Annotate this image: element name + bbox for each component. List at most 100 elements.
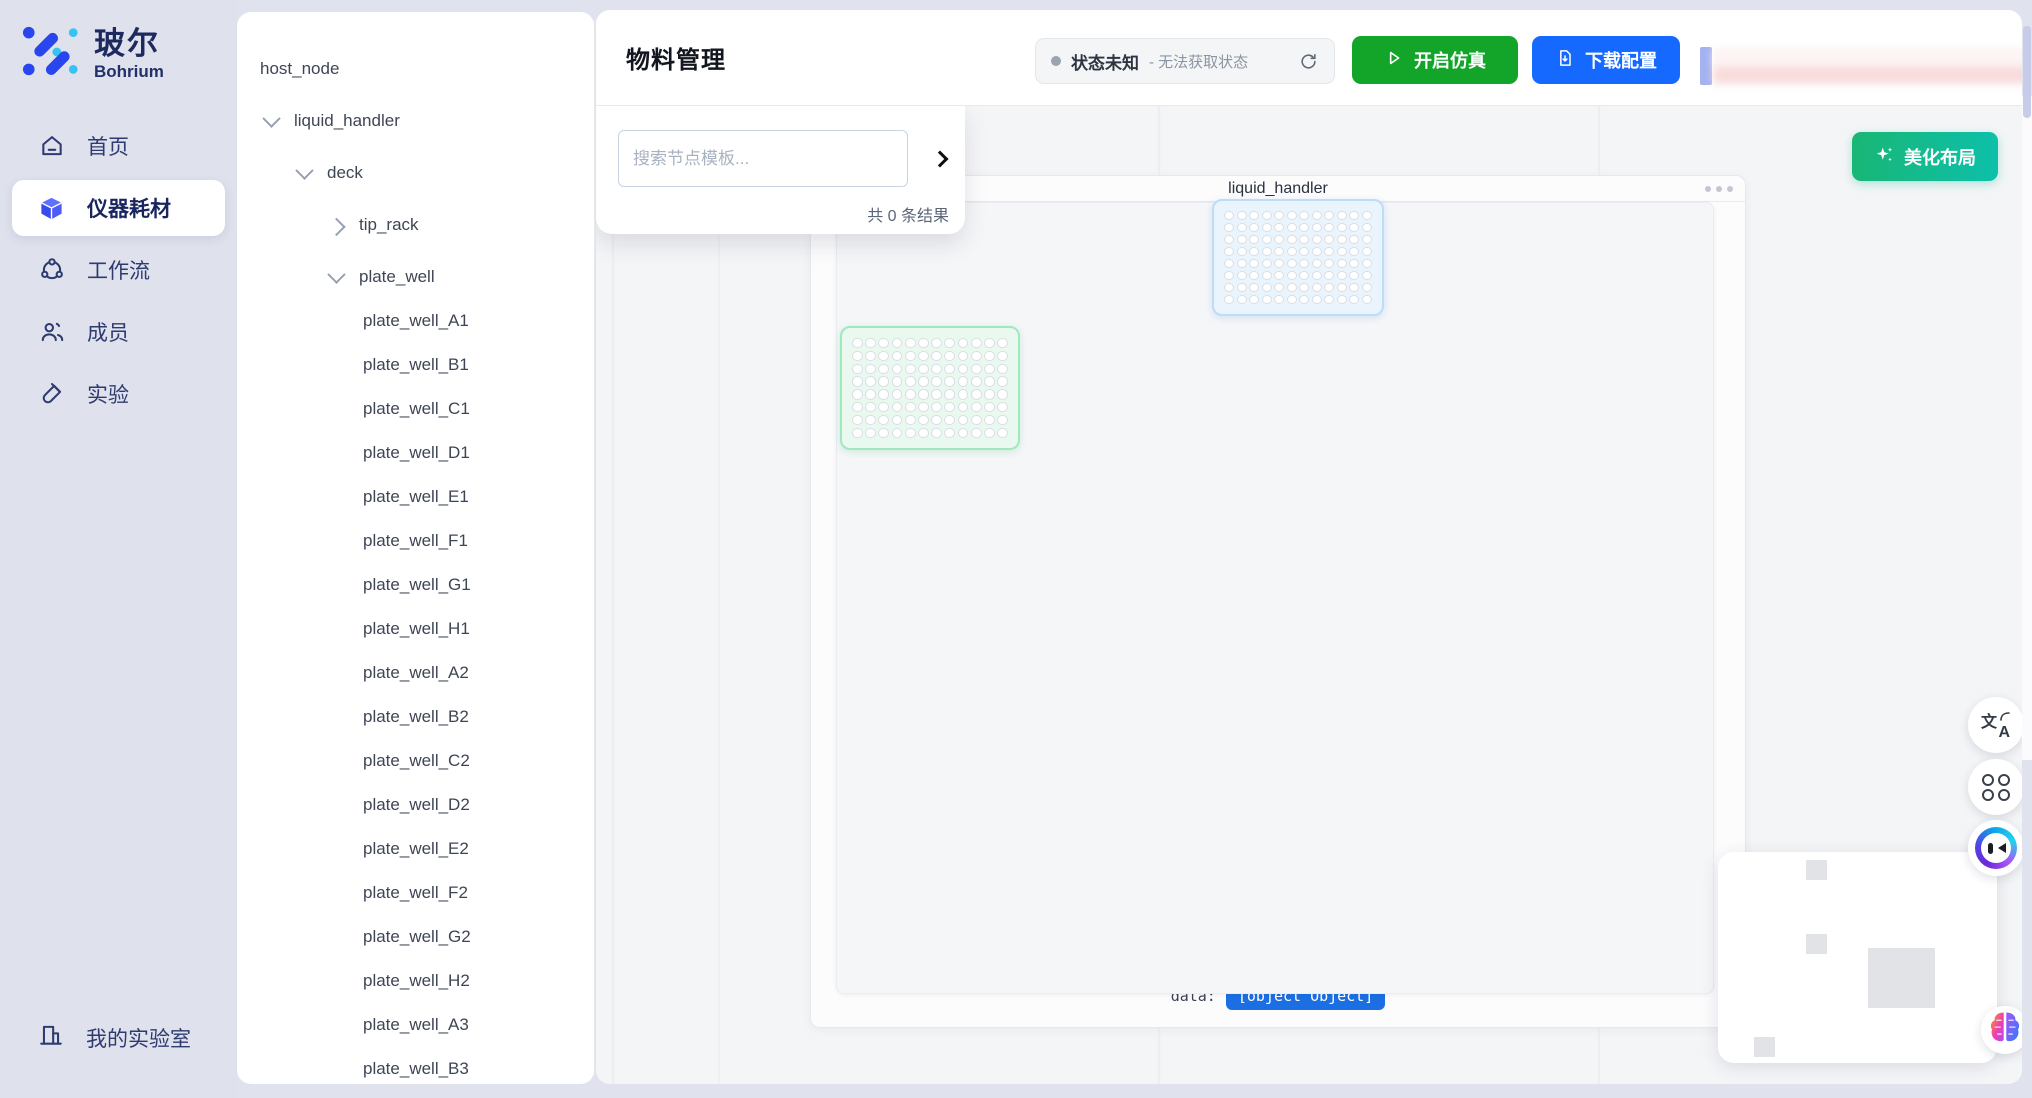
tree-item-plate_well_G2[interactable]: plate_well_G2 <box>237 915 594 959</box>
well <box>1237 295 1247 304</box>
topbar: 物料管理 状态未知 - 无法获取状态 开启仿真 <box>596 10 2022 106</box>
tree-item-plate_well_F2[interactable]: plate_well_F2 <box>237 871 594 915</box>
tree-item-plate_well_F1[interactable]: plate_well_F1 <box>237 519 594 563</box>
tree-item-plate_well_A1[interactable]: plate_well_A1 <box>237 299 594 343</box>
well <box>1349 259 1359 268</box>
node-title: liquid_handler <box>1228 180 1328 198</box>
collapse-panel-chevron-right-icon[interactable] <box>932 151 948 167</box>
well <box>892 376 903 386</box>
tree-item-plate_well_C1[interactable]: plate_well_C1 <box>237 387 594 431</box>
sidebar-item-instruments[interactable]: 仪器耗材 <box>12 180 225 236</box>
well <box>1324 283 1334 292</box>
tree-item-plate_well_B2[interactable]: plate_well_B2 <box>237 695 594 739</box>
sidebar-item-my-lab[interactable]: 我的实验室 <box>12 1010 225 1066</box>
sidebar-item-label: 我的实验室 <box>86 1023 191 1053</box>
refresh-status-button[interactable] <box>1297 50 1319 72</box>
tree-item-plate_well_C2[interactable]: plate_well_C2 <box>237 739 594 783</box>
redacted-avatar <box>1700 47 1712 85</box>
tree-item-plate_well_E1[interactable]: plate_well_E1 <box>237 475 594 519</box>
download-config-button[interactable]: 下载配置 <box>1532 36 1680 84</box>
well <box>944 389 955 399</box>
sidebar-item-home[interactable]: 首页 <box>12 118 225 174</box>
well <box>1337 223 1347 232</box>
tree-item-label: plate_well <box>359 267 435 287</box>
minimap-node <box>1806 860 1827 880</box>
well <box>984 389 995 399</box>
well-plate-blue[interactable] <box>1212 199 1384 316</box>
minimap[interactable] <box>1718 852 1997 1063</box>
start-simulation-button[interactable]: 开启仿真 <box>1352 36 1518 84</box>
beautify-layout-button[interactable]: 美化布局 <box>1852 132 1998 181</box>
well <box>918 389 929 399</box>
main-panel: 物料管理 状态未知 - 无法获取状态 开启仿真 <box>596 10 2022 1084</box>
well <box>892 338 903 348</box>
well <box>878 389 889 399</box>
well <box>984 351 995 361</box>
chevron-right-icon[interactable] <box>327 217 345 235</box>
tree-item-host_node[interactable]: host_node <box>237 47 594 91</box>
well <box>1237 283 1247 292</box>
node-menu-ellipsis-icon[interactable] <box>1705 186 1733 192</box>
well <box>984 364 995 374</box>
well <box>1224 223 1234 232</box>
well <box>1237 211 1247 220</box>
node-tree-panel: host_node liquid_handlerdeck tip_rackplate… <box>237 12 595 1084</box>
tree-item-plate_well_B1[interactable]: plate_well_B1 <box>237 343 594 387</box>
page-title: 物料管理 <box>626 40 726 75</box>
chevron-down-icon[interactable] <box>327 265 345 283</box>
well <box>892 364 903 374</box>
tree-item-plate_well_E2[interactable]: plate_well_E2 <box>237 827 594 871</box>
tree-item-plate_well_A3[interactable]: plate_well_A3 <box>237 1003 594 1047</box>
tree-item-liquid_handler[interactable]: liquid_handler <box>237 99 594 143</box>
test-tube-icon <box>38 381 65 408</box>
sidebar-item-members[interactable]: 成员 <box>12 304 225 360</box>
well <box>1287 223 1297 232</box>
sidebar-item-workflow[interactable]: 工作流 <box>12 242 225 298</box>
well <box>865 389 876 399</box>
well <box>878 415 889 425</box>
well <box>944 415 955 425</box>
apps-grid-button[interactable] <box>1968 759 2022 815</box>
ai-assistant-button[interactable] <box>1968 820 2022 876</box>
well <box>1237 223 1247 232</box>
well <box>1249 271 1259 280</box>
well <box>958 364 969 374</box>
well <box>1237 247 1247 256</box>
well <box>1312 247 1322 256</box>
well <box>997 428 1008 438</box>
search-input[interactable] <box>618 130 908 187</box>
chevron-down-icon[interactable] <box>295 161 313 179</box>
tree-item-plate_well_D2[interactable]: plate_well_D2 <box>237 783 594 827</box>
well <box>918 402 929 412</box>
well-plate-green[interactable] <box>840 326 1020 450</box>
sidebar-item-experiments[interactable]: 实验 <box>12 366 225 422</box>
well <box>1349 247 1359 256</box>
tree-item-plate_well_G1[interactable]: plate_well_G1 <box>237 563 594 607</box>
well <box>1224 283 1234 292</box>
well <box>1287 235 1297 244</box>
tree-item-plate_well_H2[interactable]: plate_well_H2 <box>237 959 594 1003</box>
well <box>852 389 863 399</box>
well <box>1362 283 1372 292</box>
tree-item-plate_well_H1[interactable]: plate_well_H1 <box>237 607 594 651</box>
well <box>1312 235 1322 244</box>
canvas[interactable]: 共 0 条结果 liquid_handler data: [object Obj… <box>596 106 2022 1084</box>
well <box>1299 295 1309 304</box>
well <box>1337 247 1347 256</box>
translate-icon: 文A <box>1981 710 2011 740</box>
tree-item-plate_well_A2[interactable]: plate_well_A2 <box>237 651 594 695</box>
tree-item-plate_well[interactable]: plate_well <box>237 255 594 299</box>
well <box>865 338 876 348</box>
chevron-down-icon[interactable] <box>262 109 280 127</box>
well <box>931 389 942 399</box>
tree-item-plate_well_B3[interactable]: plate_well_B3 <box>237 1047 594 1084</box>
home-icon <box>38 133 65 160</box>
translate-button[interactable]: 文A <box>1968 697 2022 753</box>
ai-brain-button[interactable] <box>1981 1006 2022 1054</box>
members-icon <box>38 319 65 346</box>
tree-item-plate_well_D1[interactable]: plate_well_D1 <box>237 431 594 475</box>
scrollbar-thumb[interactable] <box>2023 26 2031 118</box>
tree-item-deck[interactable]: deck <box>237 151 594 195</box>
well <box>1299 223 1309 232</box>
tree-item-tip_rack[interactable]: tip_rack <box>237 203 594 247</box>
